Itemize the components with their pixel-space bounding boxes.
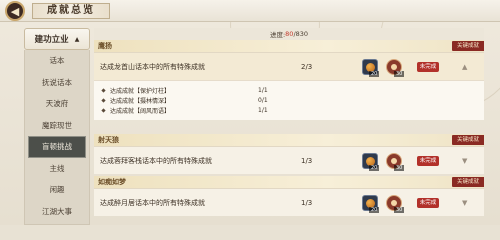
category-label: 建功立业: [34, 35, 69, 45]
status-badge: 未完成: [417, 62, 439, 72]
triangle-up-icon: ▲: [74, 35, 80, 43]
chevron-up-icon[interactable]: ▲: [462, 63, 467, 71]
key-achievement-tag: 关键成就: [451, 135, 484, 145]
sub-achievement: 达成成就【阔风而语】 1/1: [94, 105, 484, 115]
key-achievement-tag: 关键成就: [451, 177, 484, 187]
sub-count: 1/1: [258, 86, 268, 94]
section-header: 射天狼 关键成就: [94, 134, 484, 146]
top-bar: ◀ 成就总览: [0, 0, 500, 22]
sidebar-item[interactable]: 主线: [25, 158, 89, 180]
sidebar-item[interactable]: 天波府: [25, 93, 89, 115]
achievement-count: 2/3: [301, 62, 313, 71]
diamond-bullet-icon: [101, 107, 106, 113]
sidebar-item[interactable]: 闲趣: [25, 179, 89, 201]
achievement-section: 如痴如梦 关键成就 达成醉月居话本中的所有特殊成就 1/3 20 30 未完成 …: [94, 176, 484, 216]
reward-amount: 30: [394, 207, 405, 213]
progress-readout: 进度: 80 /830: [94, 28, 484, 40]
progress-label: 进度:: [269, 31, 286, 39]
sub-achievement: 达成成就【保护灯柱】 1/1: [94, 85, 484, 95]
category-list: 话本 抚说话本 天波府 魔踪现世 盲顿挑战 主线 闲趣 江湖大事: [24, 50, 90, 225]
reward-amount: 30: [394, 71, 405, 77]
section-title: 射天狼: [98, 136, 119, 144]
page-title: 成就总览: [32, 3, 110, 19]
achievement-desc: 达成龙首山话本中的所有特殊成就: [100, 62, 205, 71]
reward-amount: 20: [369, 165, 380, 171]
progress-total: /830: [293, 30, 309, 38]
chevron-down-icon[interactable]: ▼: [462, 199, 467, 207]
status-badge: 未完成: [417, 156, 439, 166]
sub-count: 0/1: [258, 96, 268, 104]
game-screen: ◀ 成就总览 建功立业 ▲ 话本 抚说话本 天波府 魔踪现世 盲顿挑战 主线 闲…: [0, 0, 500, 225]
sidebar-item-active[interactable]: 盲顿挑战: [28, 136, 86, 158]
diamond-bullet-icon: [101, 97, 106, 103]
sidebar-item[interactable]: 魔踪现世: [25, 115, 89, 137]
arrow-left-icon: ◀: [10, 4, 20, 18]
diamond-bullet-icon: [101, 87, 106, 93]
sub-count: 1/1: [258, 106, 268, 114]
section-header: 鹰扬 关键成就: [94, 40, 484, 52]
sub-desc: 达成成就【阔风而语】: [110, 107, 171, 115]
key-achievement-tag: 关键成就: [451, 41, 484, 51]
reward-amount: 20: [369, 71, 380, 77]
sidebar-item[interactable]: 抚说话本: [25, 72, 89, 94]
category-sidebar: 建功立业 ▲ 话本 抚说话本 天波府 魔踪现世 盲顿挑战 主线 闲趣 江湖大事: [24, 28, 90, 225]
category-header[interactable]: 建功立业 ▲: [24, 28, 90, 50]
achievement-panel: 进度: 80 /830 鹰扬 关键成就 达成龙首山话本中的所有特殊成就 2/3 …: [94, 28, 484, 225]
status-badge: 未完成: [417, 198, 439, 208]
sub-desc: 达成成就【摄林情深】: [110, 97, 171, 105]
sub-achievement: 达成成就【摄林情深】 0/1: [94, 95, 484, 105]
achievement-count: 1/3: [301, 156, 313, 165]
achievement-row[interactable]: 达成蓉拜客栈话本中的所有特殊成就 1/3 20 30 未完成 ▼: [94, 146, 484, 174]
reward-amount: 20: [369, 207, 380, 213]
section-header: 如痴如梦 关键成就: [94, 176, 484, 188]
section-title: 鹰扬: [98, 42, 112, 50]
section-title: 如痴如梦: [98, 178, 126, 186]
achievement-count: 1/3: [301, 198, 313, 207]
sidebar-item[interactable]: 江湖大事: [25, 201, 89, 223]
achievement-section: 射天狼 关键成就 达成蓉拜客栈话本中的所有特殊成就 1/3 20 30 未完成 …: [94, 134, 484, 174]
sidebar-item[interactable]: 话本: [25, 50, 89, 72]
progress-current: 80: [285, 30, 294, 38]
achievement-row[interactable]: 达成龙首山话本中的所有特殊成就 2/3 20 30 未完成 ▲: [94, 52, 484, 80]
back-button[interactable]: ◀: [5, 1, 25, 21]
achievement-desc: 达成蓉拜客栈话本中的所有特殊成就: [100, 156, 212, 165]
achievement-desc: 达成醉月居话本中的所有特殊成就: [100, 198, 205, 207]
reward-amount: 30: [394, 165, 405, 171]
chevron-down-icon[interactable]: ▼: [462, 157, 467, 165]
achievement-row[interactable]: 达成醉月居话本中的所有特殊成就 1/3 20 30 未完成 ▼: [94, 188, 484, 216]
sub-desc: 达成成就【保护灯柱】: [110, 87, 171, 95]
sub-achievement-list: 达成成就【保护灯柱】 1/1 达成成就【摄林情深】 0/1 达成成就【阔风而语】…: [94, 80, 484, 120]
achievement-section: 鹰扬 关键成就 达成龙首山话本中的所有特殊成就 2/3 20 30 未完成 ▲ …: [94, 40, 484, 120]
